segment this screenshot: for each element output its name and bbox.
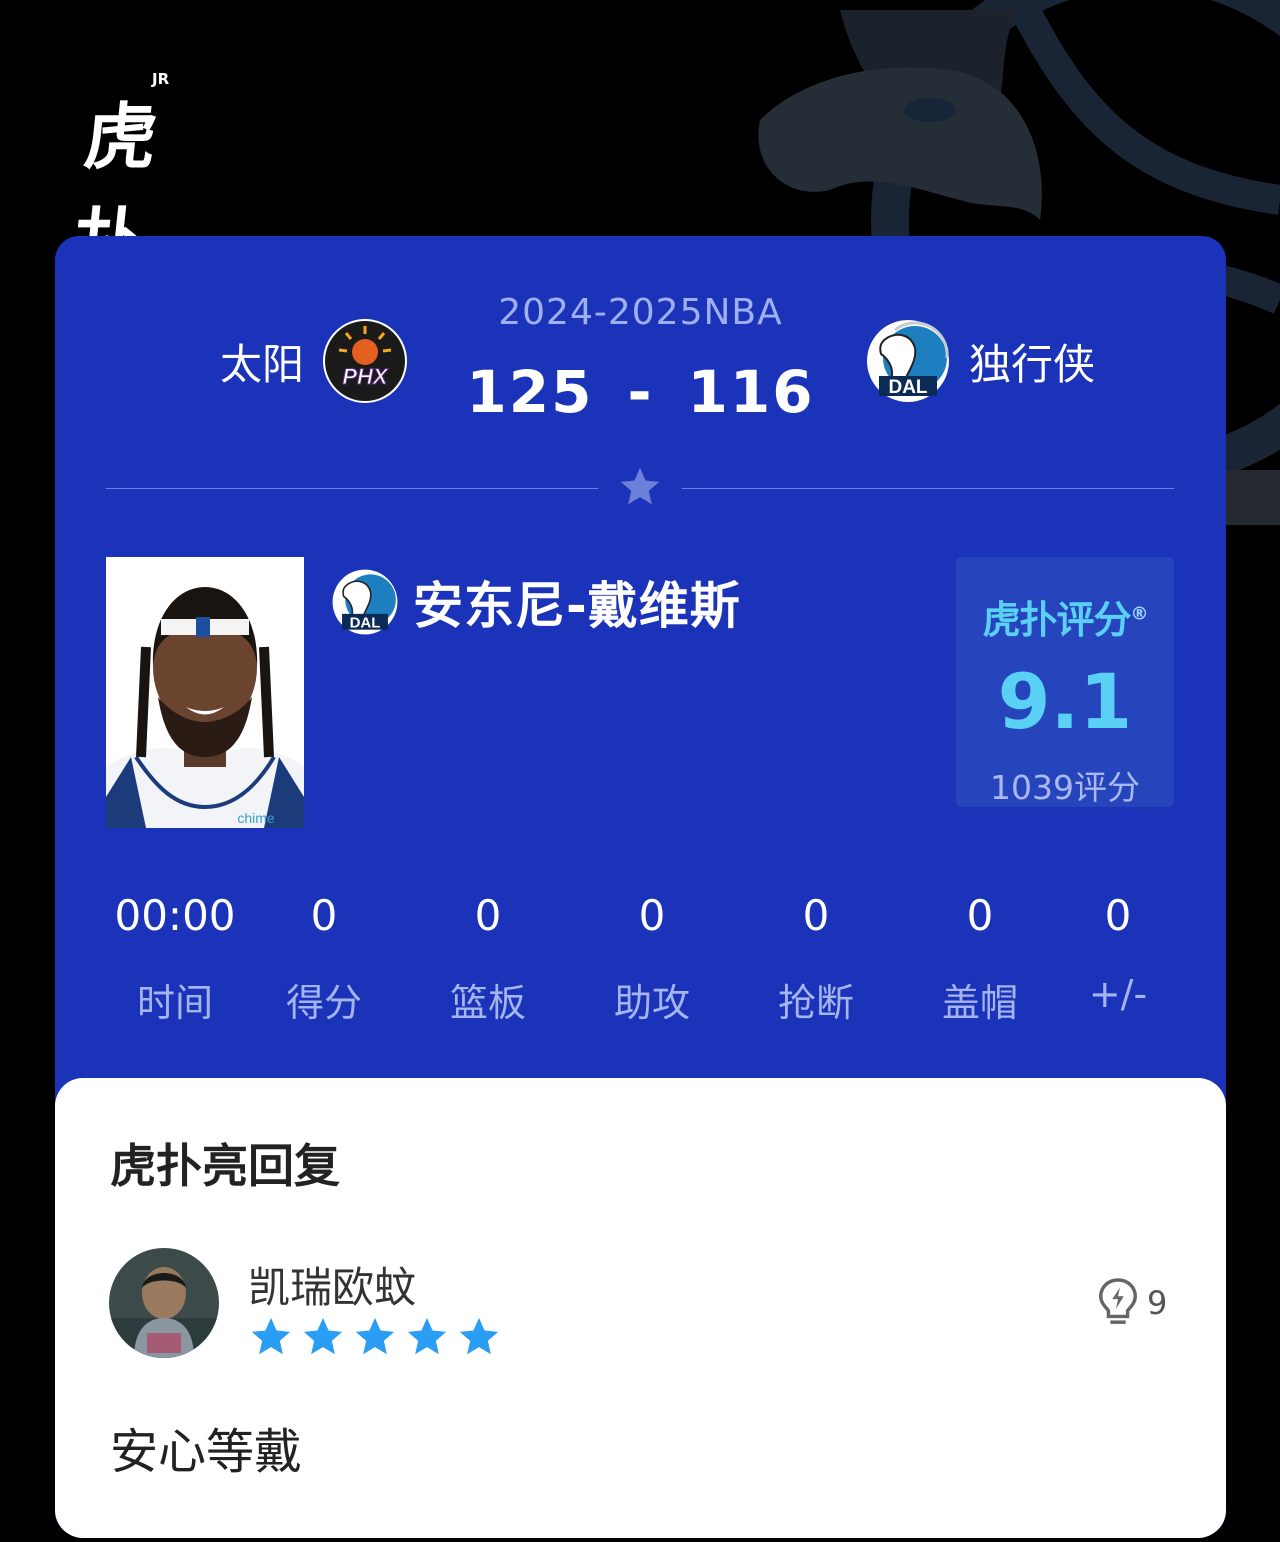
stat-steals: 0 抢断 [736, 886, 896, 1027]
highlight-reply-card: 虎扑亮回复 凯瑞欧蚊 9 安心等戴 [55, 1078, 1226, 1538]
stat-plus-minus: 0 +/- [1038, 886, 1198, 1016]
player-team-logo-text: DAL [350, 614, 381, 631]
stat-rebounds: 0 篮板 [408, 886, 568, 1027]
rating-count: 1039评分 [990, 768, 1140, 807]
stat-label: 得分 [285, 981, 362, 1025]
favorite-star-icon[interactable] [617, 464, 663, 510]
player-portrait-icon: chime [106, 557, 304, 828]
hupu-logo: JR 虎扑 [69, 70, 195, 284]
stat-label: 助攻 [613, 981, 690, 1025]
away-team-name: 独行侠 [969, 339, 1096, 389]
stat-assists: 0 助攻 [572, 886, 732, 1027]
player-header: DAL 安东尼-戴维斯 [331, 566, 741, 638]
stat-time: 00:00 时间 [95, 886, 255, 1027]
away-team[interactable]: DAL 独行侠 [865, 318, 1095, 404]
player-photo: chime [106, 557, 304, 828]
mavericks-logo-icon: DAL [332, 569, 398, 635]
reply-text: 安心等戴 [110, 1424, 303, 1480]
avatar[interactable] [109, 1248, 219, 1358]
registered-mark: ® [1130, 603, 1149, 625]
stat-value: 00:00 [114, 891, 236, 940]
divider-right [682, 488, 1174, 489]
stat-label: 篮板 [449, 981, 526, 1025]
rating-brand-text: 虎扑评分 [982, 598, 1131, 642]
star-rating [248, 1314, 508, 1360]
star-icon [407, 1317, 447, 1355]
lightbulb-icon [1099, 1278, 1137, 1324]
away-score: 116 [687, 358, 815, 426]
mavericks-logo-text: DAL [888, 377, 927, 398]
rating-box[interactable]: 虎扑评分® 9.1 1039评分 [956, 557, 1174, 807]
rating-brand: 虎扑评分® [956, 589, 1174, 644]
star-icon [355, 1317, 395, 1355]
rating-value: 9.1 [997, 657, 1133, 746]
stat-blocks: 0 盖帽 [900, 886, 1060, 1027]
stat-value: 0 [1104, 891, 1132, 940]
divider-left [106, 488, 598, 489]
star-icon [459, 1317, 499, 1355]
username[interactable]: 凯瑞欧蚊 [248, 1254, 416, 1315]
jersey-text: chime [237, 810, 275, 826]
user-avatar-icon [109, 1248, 219, 1358]
light-up-button[interactable]: 9 [1095, 1276, 1167, 1330]
reply-section-title: 虎扑亮回复 [110, 1139, 340, 1193]
stat-points: 0 得分 [244, 886, 404, 1027]
score-separator: - [627, 358, 654, 426]
stat-value: 0 [802, 891, 830, 940]
stat-value: 0 [474, 891, 502, 940]
stat-value: 0 [966, 891, 994, 940]
mavericks-logo-icon: DAL [867, 320, 949, 402]
stat-label: +/- [1088, 972, 1148, 1016]
stat-value: 0 [638, 891, 666, 940]
stat-value: 0 [310, 891, 338, 940]
stat-label: 盖帽 [941, 981, 1018, 1025]
home-score: 125 [466, 358, 594, 426]
light-count: 9 [1147, 1284, 1168, 1322]
star-icon [303, 1317, 343, 1355]
star-icon [251, 1317, 291, 1355]
stat-label: 时间 [136, 981, 213, 1025]
player-name[interactable]: 安东尼-戴维斯 [413, 566, 741, 638]
stat-label: 抢断 [777, 981, 854, 1025]
